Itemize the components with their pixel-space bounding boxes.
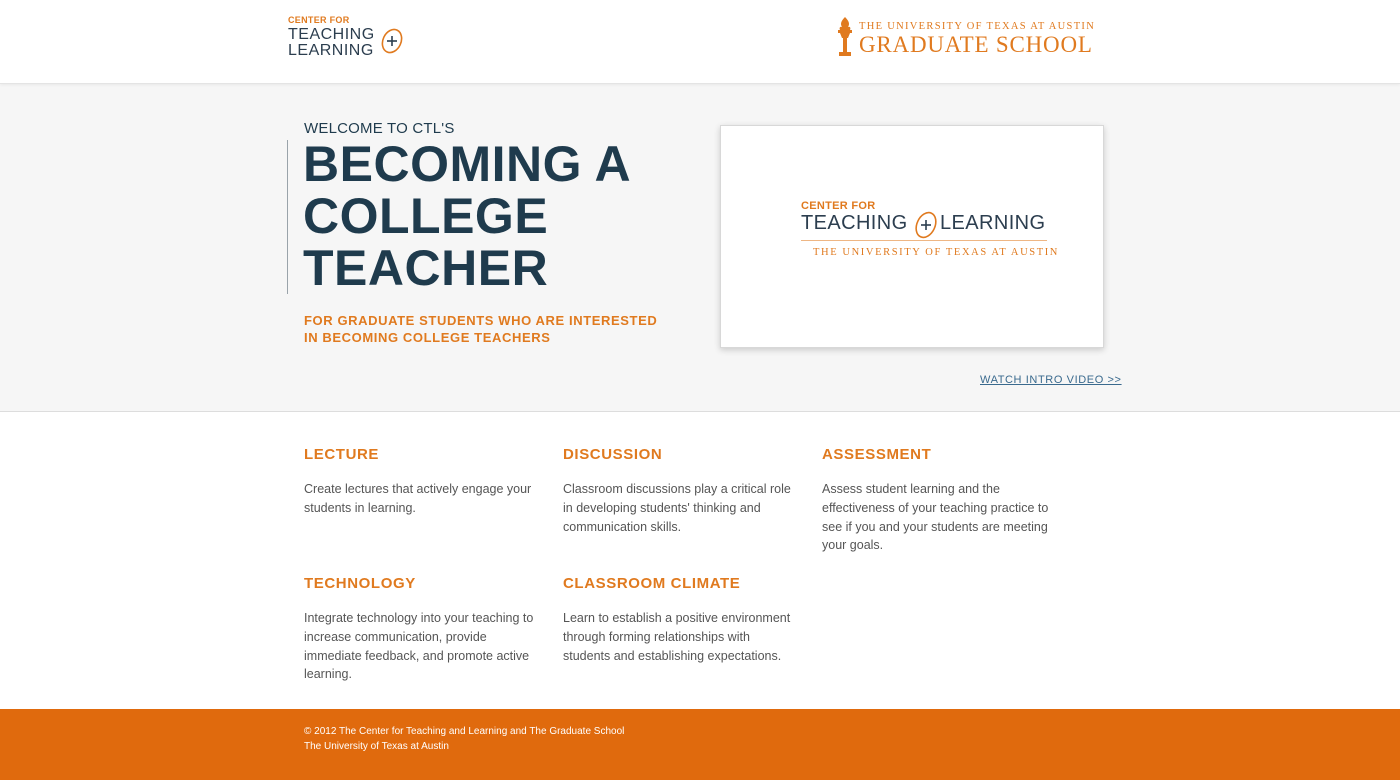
plus-circle-icon: [381, 28, 403, 54]
topic-technology: TECHNOLOGY Integrate technology into you…: [304, 575, 534, 684]
video-logo-left: TEACHING: [801, 212, 908, 234]
ctl-logo-line2: LEARNING: [288, 42, 374, 59]
topic-description: Classroom discussions play a critical ro…: [563, 482, 791, 534]
footer-copyright: © 2012 The Center for Teaching and Learn…: [304, 726, 625, 737]
topic-description: Learn to establish a positive environmen…: [563, 611, 791, 663]
page-title-line: COLLEGE: [303, 188, 549, 244]
site-footer: © 2012 The Center for Teaching and Learn…: [0, 709, 1400, 780]
topic-title[interactable]: ASSESSMENT: [822, 446, 1052, 463]
page-title: BECOMING A COLLEGE TEACHER: [303, 138, 703, 294]
page-title-line: TEACHER: [303, 240, 549, 296]
topic-discussion: DISCUSSION Classroom discussions play a …: [563, 446, 793, 536]
graduate-school-logo[interactable]: THE UNIVERSITY OF TEXAS AT AUSTIN GRADUA…: [835, 16, 1094, 60]
topic-lecture: LECTURE Create lectures that actively en…: [304, 446, 534, 518]
video-logo-main: TEACHING LEARNING: [801, 211, 1061, 239]
page-title-line: BECOMING A: [303, 136, 632, 192]
graduate-school-logo-top: THE UNIVERSITY OF TEXAS AT AUSTIN: [859, 21, 1096, 32]
video-logo-university: THE UNIVERSITY OF TEXAS AT AUSTIN: [813, 247, 1059, 258]
topic-description: Assess student learning and the effectiv…: [822, 482, 1049, 553]
graduate-school-logo-name: GRADUATE SCHOOL: [859, 32, 1093, 57]
watch-intro-video-link[interactable]: WATCH INTRO VIDEO >>: [980, 374, 1122, 386]
topic-title[interactable]: DISCUSSION: [563, 446, 793, 463]
site-header: CENTER FOR TEACHING LEARNING THE UNIVERS…: [0, 0, 1400, 84]
hero-tagline: FOR GRADUATE STUDENTS WHO ARE INTERESTED…: [304, 313, 658, 345]
hero-divider: [287, 140, 288, 294]
ctl-logo-small: CENTER FOR: [288, 15, 350, 25]
topic-description: Integrate technology into your teaching …: [304, 611, 534, 682]
video-logo-small: CENTER FOR: [801, 200, 876, 212]
intro-video-player[interactable]: CENTER FOR TEACHING LEARNING THE UNIVERS…: [720, 125, 1104, 348]
hero-section: WELCOME TO CTL'S BECOMING A COLLEGE TEAC…: [0, 84, 1400, 412]
topic-assessment: ASSESSMENT Assess student learning and t…: [822, 446, 1052, 555]
welcome-text: WELCOME TO CTL'S: [304, 120, 455, 137]
footer-university: The University of Texas at Austin: [304, 741, 449, 752]
video-logo-right: LEARNING: [940, 212, 1046, 234]
plus-circle-icon: [915, 211, 937, 239]
topic-title[interactable]: CLASSROOM CLIMATE: [563, 575, 793, 592]
topic-title[interactable]: TECHNOLOGY: [304, 575, 534, 592]
topic-description: Create lectures that actively engage you…: [304, 482, 532, 515]
topic-classroom-climate: CLASSROOM CLIMATE Learn to establish a p…: [563, 575, 793, 665]
ctl-logo[interactable]: CENTER FOR TEACHING LEARNING: [288, 15, 413, 61]
torch-icon: [838, 17, 852, 56]
video-logo-divider: [801, 240, 1047, 241]
topic-title[interactable]: LECTURE: [304, 446, 534, 463]
